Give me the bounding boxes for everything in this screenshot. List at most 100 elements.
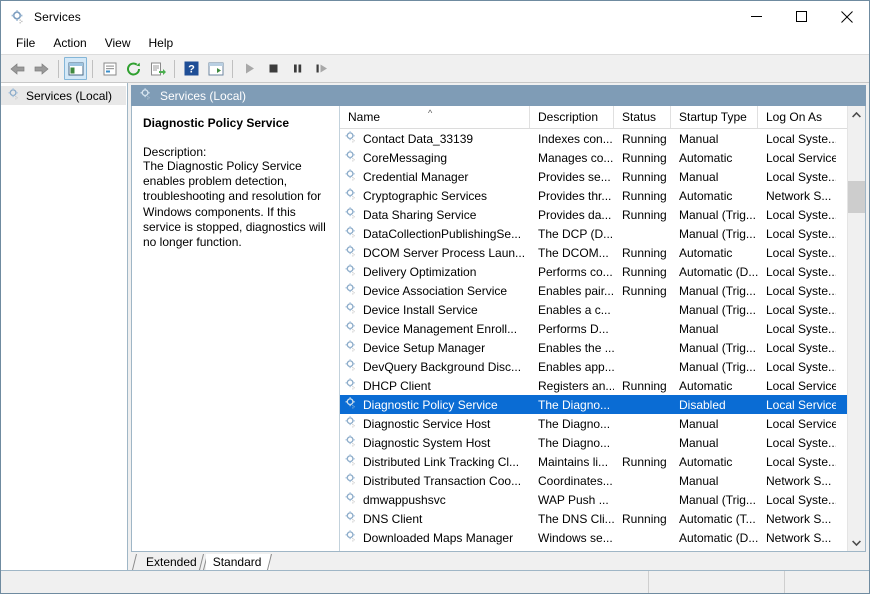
table-row[interactable]: DataCollectionPublishingSe... The DCP (D.… <box>340 224 847 243</box>
forward-button[interactable] <box>30 57 53 80</box>
services-list: Name ^ Description Status Startup Type L… <box>340 106 847 551</box>
table-row[interactable]: Device Install Service Enables a c... Manu… <box>340 300 847 319</box>
menu-view[interactable]: View <box>96 34 140 52</box>
cell-startup: Automatic (T... <box>679 511 756 526</box>
restart-service-button[interactable] <box>310 57 333 80</box>
toolbar-separator <box>232 59 233 78</box>
service-name-label: Delivery Optimization <box>363 264 477 279</box>
column-header-name[interactable]: Name ^ <box>340 106 530 128</box>
service-name-label: Device Setup Manager <box>363 340 486 355</box>
table-row[interactable]: Data Sharing Service Provides da... Runnin… <box>340 205 847 224</box>
cell-logon: Local Syste... <box>766 435 836 450</box>
service-gear-icon <box>344 206 358 223</box>
table-row[interactable]: Credential Manager Provides se... Running M… <box>340 167 847 186</box>
tab-standard[interactable]: Standard <box>205 554 271 570</box>
table-row[interactable]: DevQuery Background Disc... Enables app..… <box>340 357 847 376</box>
table-row[interactable]: DNS Client The DNS Cli... Running Automatic… <box>340 509 847 528</box>
cell-logon: Local Syste... <box>766 264 836 279</box>
cell-name: Cryptographic Services <box>340 187 530 204</box>
tab-extended[interactable]: Extended <box>139 554 206 570</box>
pause-service-button[interactable] <box>286 57 309 80</box>
cell-description: Enables pair... <box>538 283 614 298</box>
menu-action[interactable]: Action <box>44 34 95 52</box>
cell-startup: Manual <box>679 416 719 431</box>
stop-service-button[interactable] <box>262 57 285 80</box>
cell-name: Downloaded Maps Manager <box>340 529 530 546</box>
scrollbar-track[interactable] <box>848 123 865 534</box>
service-gear-icon <box>344 491 358 508</box>
cell-name: Device Association Service <box>340 282 530 299</box>
toolbar: ? <box>1 54 869 83</box>
maximize-button[interactable] <box>779 1 824 32</box>
table-row[interactable]: Downloaded Maps Manager Windows se... Auto… <box>340 528 847 547</box>
table-row[interactable]: Diagnostic Service Host The Diagno... Manu… <box>340 414 847 433</box>
service-gear-icon <box>344 225 358 242</box>
table-row[interactable]: DCOM Server Process Laun... The DCOM... Ru… <box>340 243 847 262</box>
table-row[interactable]: DHCP Client Registers an... Running Automat… <box>340 376 847 395</box>
cell-startup: Manual (Trig... <box>679 492 756 507</box>
cell-status: Running <box>622 131 667 146</box>
menu-help[interactable]: Help <box>140 34 183 52</box>
scroll-up-button[interactable] <box>848 106 865 123</box>
table-row[interactable]: Cryptographic Services Provides thr... Run… <box>340 186 847 205</box>
table-row[interactable]: Delivery Optimization Performs co... Runni… <box>340 262 847 281</box>
tree-item-services-local[interactable]: Services (Local) <box>1 86 126 105</box>
cell-name: Device Management Enroll... <box>340 320 530 337</box>
service-name-label: dmwappushsvc <box>363 492 446 507</box>
cell-logon: Local Syste... <box>766 131 836 146</box>
cell-description: Provides se... <box>538 169 611 184</box>
service-name-label: DCOM Server Process Laun... <box>363 245 526 260</box>
scrollbar-thumb[interactable] <box>848 180 865 214</box>
service-gear-icon <box>344 377 358 394</box>
table-row[interactable]: dmwappushsvc WAP Push ... Manual (Trig... L… <box>340 490 847 509</box>
minimize-button[interactable] <box>734 1 779 32</box>
sort-ascending-icon: ^ <box>428 108 433 118</box>
table-row[interactable]: Contact Data_33139 Indexes con... Running M… <box>340 129 847 148</box>
properties-button[interactable] <box>98 57 121 80</box>
service-gear-icon <box>344 529 358 546</box>
export-list-button[interactable] <box>146 57 169 80</box>
column-header-status[interactable]: Status <box>614 106 671 128</box>
cell-logon: Network S... <box>766 188 832 203</box>
cell-logon: Local Syste... <box>766 454 836 469</box>
vertical-scrollbar[interactable] <box>847 106 865 551</box>
cell-startup: Automatic <box>679 150 733 165</box>
cell-description: Performs D... <box>538 321 609 336</box>
service-name-label: Device Association Service <box>363 283 508 298</box>
table-row[interactable]: Device Setup Manager Enables the ... Manua… <box>340 338 847 357</box>
help-button[interactable]: ? <box>180 57 203 80</box>
refresh-button[interactable] <box>122 57 145 80</box>
start-service-button[interactable] <box>238 57 261 80</box>
service-gear-icon <box>344 168 358 185</box>
cell-name: Distributed Link Tracking Cl... <box>340 453 530 470</box>
column-header-startup-type[interactable]: Startup Type <box>671 106 758 128</box>
service-gear-icon <box>344 187 358 204</box>
cell-startup: Manual (Trig... <box>679 302 756 317</box>
service-gear-icon <box>344 453 358 470</box>
table-row[interactable]: Diagnostic System Host The Diagno... Manua… <box>340 433 847 452</box>
table-row[interactable]: Diagnostic Policy Service The Diagno... Di… <box>340 395 847 414</box>
table-row[interactable]: CoreMessaging Manages co... Running Automat… <box>340 148 847 167</box>
show-action-pane-button[interactable] <box>204 57 227 80</box>
cell-name: Distributed Transaction Coo... <box>340 472 530 489</box>
cell-name: Device Install Service <box>340 301 530 318</box>
cell-logon: Local Syste... <box>766 321 836 336</box>
show-hide-tree-button[interactable] <box>64 57 87 80</box>
column-header-description[interactable]: Description <box>530 106 614 128</box>
service-name-label: Device Install Service <box>363 302 478 317</box>
cell-name: DataCollectionPublishingSe... <box>340 225 530 242</box>
status-cell-main <box>1 571 649 593</box>
tree-item-label: Services (Local) <box>26 88 113 103</box>
menu-file[interactable]: File <box>7 34 44 52</box>
back-button[interactable] <box>6 57 29 80</box>
cell-logon: Local Syste... <box>766 302 836 317</box>
cell-logon: Local Service <box>766 397 836 412</box>
table-row[interactable]: Device Association Service Enables pair..… <box>340 281 847 300</box>
table-row[interactable]: Distributed Link Tracking Cl... Maintains… <box>340 452 847 471</box>
cell-description: Indexes con... <box>538 131 613 146</box>
scroll-down-button[interactable] <box>848 534 865 551</box>
close-button[interactable] <box>824 1 869 32</box>
table-row[interactable]: Distributed Transaction Coo... Coordinate… <box>340 471 847 490</box>
column-header-log-on-as[interactable]: Log On As <box>758 106 836 128</box>
table-row[interactable]: Device Management Enroll... Performs D...… <box>340 319 847 338</box>
